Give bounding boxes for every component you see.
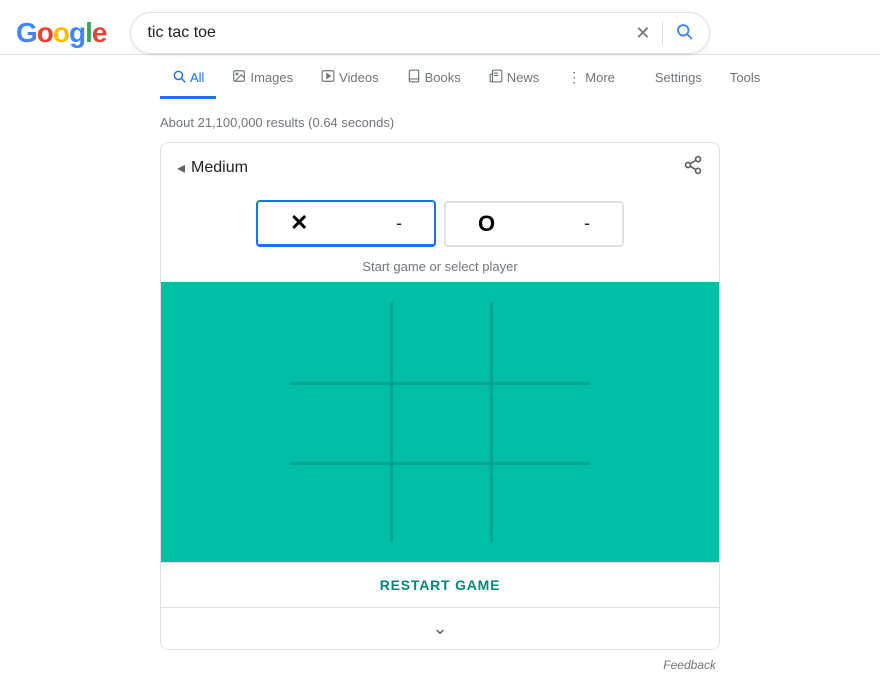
grid-vertical-line-2 — [490, 302, 493, 542]
tab-books-label: Books — [425, 70, 461, 85]
player-o-button[interactable]: O - — [444, 201, 624, 247]
grid-horizontal-line-2 — [290, 462, 590, 465]
tab-images[interactable]: Images — [220, 59, 305, 99]
more-icon: ⋮ — [567, 69, 581, 86]
tab-videos[interactable]: Videos — [309, 59, 391, 99]
player-x-score: - — [396, 213, 402, 234]
tab-all-label: All — [190, 70, 204, 85]
search-bar[interactable]: ✕ — [130, 12, 710, 54]
chevron-left-icon: ◂ — [177, 158, 185, 178]
restart-button[interactable]: RESTART GAME — [161, 562, 719, 607]
player-x-button[interactable]: ✕ - — [256, 200, 436, 247]
news-icon — [489, 69, 503, 86]
grid-vertical-line-1 — [390, 302, 393, 542]
results-area: About 21,100,000 results (0.64 seconds) … — [0, 99, 880, 688]
nav-right: Settings Tools — [643, 60, 772, 98]
player-x-symbol: ✕ — [290, 210, 308, 236]
search-icon[interactable] — [675, 22, 693, 45]
videos-icon — [321, 69, 335, 86]
results-count: About 21,100,000 results (0.64 seconds) — [160, 107, 720, 142]
game-difficulty[interactable]: ◂ Medium — [177, 158, 248, 178]
game-board[interactable] — [290, 302, 590, 542]
share-icon[interactable] — [683, 155, 703, 180]
tab-books[interactable]: Books — [395, 59, 473, 99]
grid-horizontal-line-1 — [290, 382, 590, 385]
google-logo[interactable]: Google — [16, 17, 106, 49]
search-divider — [662, 21, 663, 45]
chevron-down-icon: ⌄ — [432, 618, 447, 639]
all-icon — [172, 69, 186, 86]
settings-tab[interactable]: Settings — [643, 60, 714, 98]
feedback[interactable]: Feedback — [160, 650, 720, 680]
tab-all[interactable]: All — [160, 59, 216, 99]
images-icon — [232, 69, 246, 86]
game-card: ◂ Medium ✕ - O - Start game o — [160, 142, 720, 650]
tab-images-label: Images — [250, 70, 293, 85]
header: Google ✕ — [0, 0, 880, 55]
tools-tab[interactable]: Tools — [718, 60, 772, 98]
game-board-wrapper — [161, 282, 719, 562]
player-o-score: - — [584, 213, 590, 234]
difficulty-label: Medium — [191, 159, 248, 177]
game-status: Start game or select player — [161, 255, 719, 282]
nav-tabs: All Images Videos Books — [0, 59, 880, 99]
tab-news[interactable]: News — [477, 59, 552, 99]
player-o-symbol: O — [478, 211, 495, 237]
clear-icon[interactable]: ✕ — [635, 23, 650, 44]
tools-label: Tools — [730, 70, 760, 85]
settings-label: Settings — [655, 70, 702, 85]
game-card-header: ◂ Medium — [161, 143, 719, 192]
tab-videos-label: Videos — [339, 70, 379, 85]
tab-more-label: More — [585, 70, 615, 85]
expand-section[interactable]: ⌄ — [161, 607, 719, 649]
books-icon — [407, 69, 421, 86]
search-input[interactable] — [147, 24, 627, 42]
player-selectors: ✕ - O - — [161, 192, 719, 255]
logo-text: Google — [16, 17, 106, 49]
tab-news-label: News — [507, 70, 540, 85]
tab-more[interactable]: ⋮ More — [555, 59, 627, 99]
